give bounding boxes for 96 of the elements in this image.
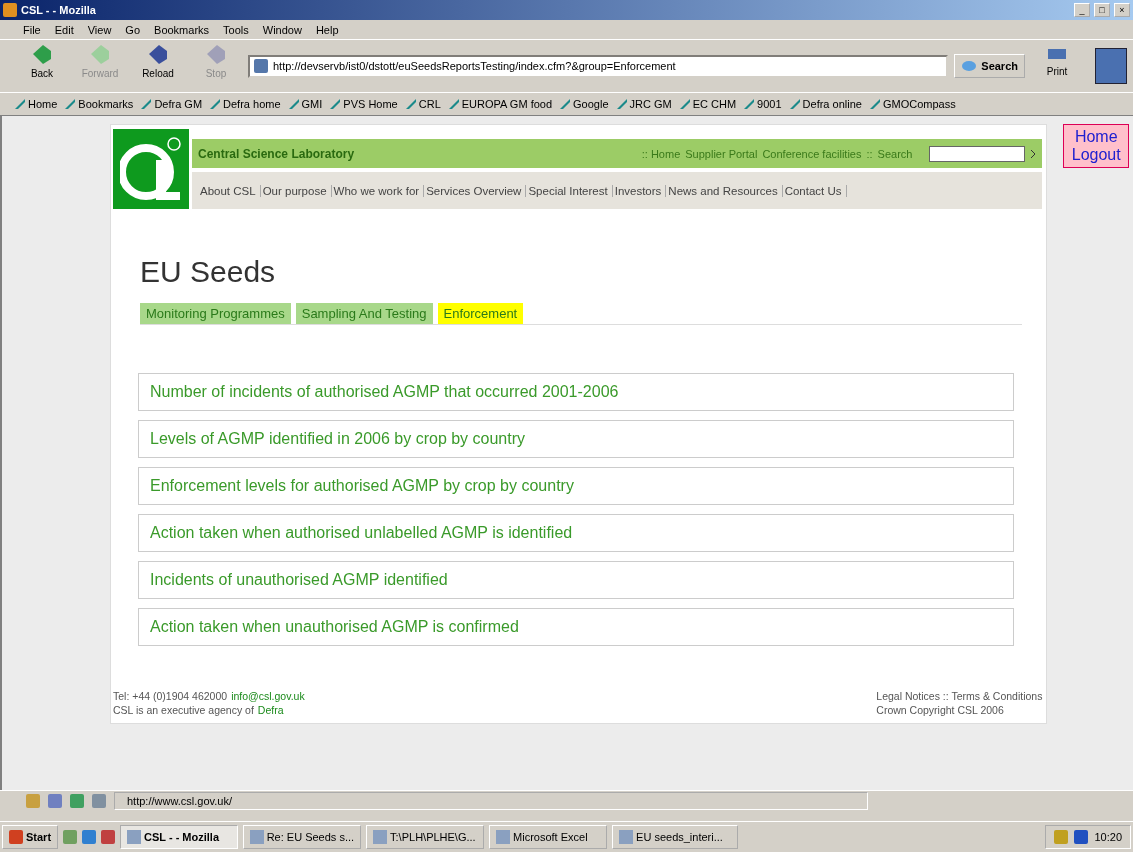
tab[interactable]: Enforcement: [437, 303, 524, 324]
copyright-text: Crown Copyright CSL 2006: [876, 703, 1005, 717]
nav-link[interactable]: Investors: [612, 184, 667, 197]
footer-text: Tel: +44 (0)1904 462000: [113, 689, 228, 703]
nav-link[interactable]: Who we work for: [331, 184, 425, 197]
bookmark-icon: [209, 98, 222, 110]
footer-text: CSL is an executive agency of: [113, 703, 254, 717]
bookmark-link[interactable]: CRL: [404, 98, 441, 110]
app-icon: [373, 830, 388, 844]
window-control-button[interactable]: _: [1074, 3, 1090, 17]
menu-item[interactable]: Go: [118, 23, 148, 36]
bookmark-link[interactable]: GMOCompass: [868, 98, 956, 110]
taskbar-button[interactable]: EU seeds_interi...: [612, 825, 739, 849]
tray-icon: [1074, 830, 1089, 844]
bookmark-icon: [64, 98, 77, 110]
tray-icon: [1054, 830, 1069, 844]
status-text: http://www.csl.gov.uk/: [114, 792, 868, 810]
menu-item[interactable]: File: [16, 23, 48, 36]
taskbar-button[interactable]: CSL - - Mozilla: [120, 825, 239, 849]
print-button[interactable]: Print: [1031, 43, 1083, 89]
status-icon: [92, 794, 106, 808]
defra-link[interactable]: Defra: [257, 703, 284, 717]
side-link[interactable]: Home: [1074, 128, 1118, 146]
bookmark-icon: [678, 98, 691, 110]
bookmark-icon: [14, 98, 26, 110]
nav-link[interactable]: Special Interest: [526, 184, 613, 197]
taskbar-button[interactable]: Microsoft Excel: [489, 825, 608, 849]
taskbar-button[interactable]: Re: EU Seeds s...: [243, 825, 362, 849]
window-control-button[interactable]: □: [1094, 3, 1110, 17]
bookmark-link[interactable]: Defra GM: [140, 98, 203, 110]
nav-link[interactable]: Contact Us: [782, 184, 847, 197]
search-field[interactable]: [929, 145, 1026, 162]
toolbar-button[interactable]: Back: [16, 43, 68, 89]
app-icon: [619, 830, 634, 844]
bookmark-icon: [788, 98, 801, 110]
report-link[interactable]: Number of incidents of authorised AGMP that occurred 2001-2006: [138, 373, 1015, 411]
menu-item[interactable]: Bookmarks: [147, 23, 217, 36]
nav-link[interactable]: About CSL: [198, 184, 261, 197]
address-field[interactable]: http://devservb/ist0/dstott/euSeedsReportsTesting/index.cfm?&group=Enforcement: [248, 54, 949, 78]
menu-item[interactable]: Edit: [47, 23, 81, 36]
menu-item[interactable]: Window: [255, 23, 309, 36]
legal-links[interactable]: Legal Notices :: Terms & Conditions: [876, 689, 1043, 703]
side-link[interactable]: Logout: [1071, 146, 1121, 164]
bookmark-icon: [140, 98, 153, 110]
bookmark-link[interactable]: Home: [14, 98, 58, 110]
bookmark-link[interactable]: PVS Home: [329, 98, 398, 110]
bookmark-icon: [559, 98, 572, 110]
bookmark-link[interactable]: 9001: [743, 98, 782, 110]
report-link[interactable]: Incidents of unauthorised AGMP identified: [138, 561, 1015, 599]
bookmark-icon: [329, 98, 342, 110]
menu-item[interactable]: Tools: [216, 23, 256, 36]
app-icon: [250, 830, 264, 844]
start-button[interactable]: Start: [2, 825, 59, 849]
page-heading: EU Seeds: [140, 255, 277, 289]
page-icon: [254, 59, 268, 73]
bookmark-icon: [615, 98, 628, 110]
nav-link[interactable]: Services Overview: [424, 184, 527, 197]
bookmark-icon: [447, 98, 460, 110]
app-icon: [3, 3, 17, 17]
status-icon: [48, 794, 62, 808]
status-icon: [26, 794, 40, 808]
bookmark-link[interactable]: JRC GM: [615, 98, 672, 110]
menu-item[interactable]: View: [80, 23, 119, 36]
app-icon: [496, 830, 511, 844]
nav-link[interactable]: News and Resources: [666, 184, 783, 197]
bookmark-link[interactable]: Defra online: [788, 98, 862, 110]
window-control-button[interactable]: ×: [1114, 3, 1130, 17]
search-button[interactable]: Search: [954, 54, 1025, 78]
bookmark-icon: [404, 98, 417, 110]
bookmark-icon: [868, 98, 881, 110]
bookmark-link[interactable]: EUROPA GM food: [447, 98, 553, 110]
quick-launch-icon: [101, 830, 116, 844]
report-link[interactable]: Action taken when unauthorised AGMP is confirmed: [138, 608, 1015, 646]
toolbar-button[interactable]: Reload: [132, 43, 184, 89]
bookmark-link[interactable]: Defra home: [209, 98, 281, 110]
bookmark-link[interactable]: Bookmarks: [64, 98, 134, 110]
status-icon: [70, 794, 84, 808]
menu-item[interactable]: Help: [308, 23, 346, 36]
nav-link[interactable]: Our purpose: [260, 184, 332, 197]
clock: 10:20: [1094, 831, 1122, 843]
bookmark-icon: [743, 98, 756, 110]
bookmark-icon: [287, 98, 300, 110]
window-title: CSL - - Mozilla: [21, 4, 97, 16]
report-link[interactable]: Action taken when authorised unlabelled AGMP is identified: [138, 514, 1015, 552]
quick-launch-icon: [82, 830, 97, 844]
quick-launch-icon: [63, 830, 78, 844]
taskbar-button[interactable]: T:\PLH\PLHE\G...: [366, 825, 485, 849]
report-link[interactable]: Levels of AGMP identified in 2006 by crop by country: [138, 420, 1015, 458]
site-brand: Central Science Laboratory: [198, 146, 356, 161]
bookmark-link[interactable]: Google: [559, 98, 609, 110]
search-icon: [961, 59, 978, 73]
app-icon: [127, 830, 142, 844]
email-link[interactable]: info@csl.gov.uk: [231, 689, 305, 703]
bookmark-link[interactable]: EC CHM: [678, 98, 737, 110]
report-link[interactable]: Enforcement levels for authorised AGMP by crop by country: [138, 467, 1015, 505]
bookmark-link[interactable]: GMI: [287, 98, 323, 110]
